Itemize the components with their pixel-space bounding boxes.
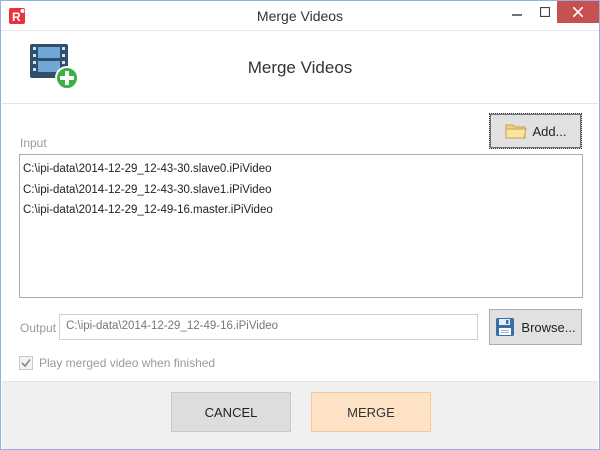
dialog-footer <box>2 381 598 449</box>
add-button-label: Add... <box>532 123 567 139</box>
play-when-finished-option[interactable]: Play merged video when finished <box>19 355 215 371</box>
list-item[interactable]: C:\ipi-data\2014-12-29_12-49-16.master.i… <box>23 200 579 221</box>
close-icon <box>573 7 583 17</box>
checkmark-icon <box>21 359 31 368</box>
play-when-finished-label: Play merged video when finished <box>39 356 216 370</box>
minimize-button[interactable] <box>503 1 531 23</box>
maximize-icon <box>540 7 550 17</box>
output-path-field[interactable]: C:\ipi-data\2014-12-29_12-49-16.iPiVideo <box>59 314 478 340</box>
close-button[interactable] <box>557 1 599 23</box>
dialog-header: Merge Videos <box>2 32 598 104</box>
merge-videos-dialog: R Merge Videos Merge Videos Input Add...… <box>0 0 600 450</box>
list-item[interactable]: C:\ipi-data\2014-12-29_12-43-30.slave0.i… <box>23 159 579 180</box>
maximize-button[interactable] <box>531 1 559 23</box>
floppy-disk-icon <box>496 318 515 336</box>
folder-icon <box>505 124 527 139</box>
dialog-title: Merge Videos <box>247 58 353 77</box>
list-item[interactable]: C:\ipi-data\2014-12-29_12-43-30.slave1.i… <box>23 180 579 201</box>
browse-button-label: Browse... <box>521 319 576 335</box>
merge-button[interactable]: MERGE <box>311 392 431 432</box>
browse-button[interactable]: Browse... <box>489 309 582 345</box>
input-label: Input <box>20 136 47 150</box>
output-label: Output <box>20 321 57 335</box>
cancel-button[interactable]: CANCEL <box>171 392 291 432</box>
play-when-finished-checkbox[interactable] <box>19 356 33 370</box>
input-file-list[interactable]: C:\ipi-data\2014-12-29_12-43-30.slave0.i… <box>19 154 583 298</box>
minimize-icon <box>512 14 522 16</box>
title-bar[interactable]: R Merge Videos <box>1 1 599 31</box>
add-button[interactable]: Add... <box>489 113 582 149</box>
